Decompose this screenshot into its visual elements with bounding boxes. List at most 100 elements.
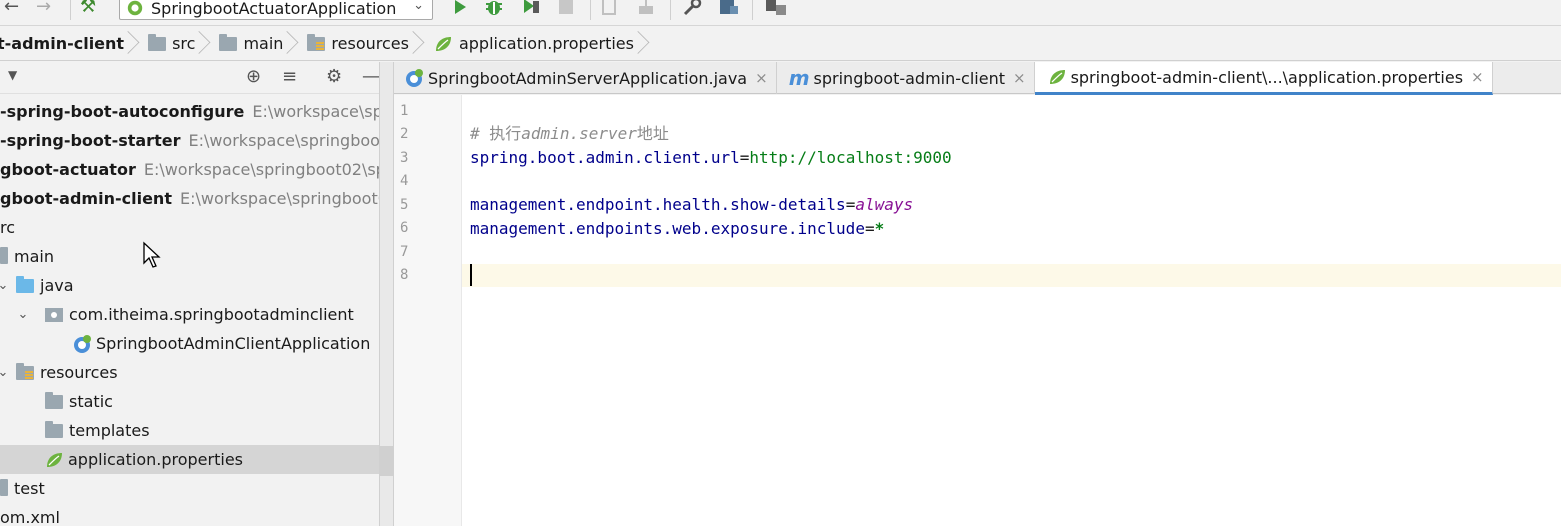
tree-item-src[interactable]: rc <box>0 213 379 242</box>
tree-item-module[interactable]: -spring-boot-starter E:\workspace\spring… <box>0 126 380 155</box>
project-scrollbar[interactable] <box>380 62 394 526</box>
tree-item-label: application.properties <box>68 450 243 469</box>
chevron-down-icon[interactable]: ⌄ <box>16 307 30 322</box>
property-key: spring.boot.admin.client.url <box>470 148 740 167</box>
property-equals: = <box>864 219 875 238</box>
project-panel-header: ▼ ⊕ ≡ ⚙ — <box>0 62 379 94</box>
tab-label: springboot-admin-client <box>813 68 1005 88</box>
line-number: 3 <box>400 150 409 166</box>
chevron-down-icon: ⌄ <box>413 0 424 13</box>
tree-item-class[interactable]: SpringbootAdminClientApplication <box>0 329 379 358</box>
tab-admin-server-application[interactable]: SpringbootAdminServerApplication.java × <box>394 62 777 94</box>
code-line-admin-url: spring.boot.admin.client.url=http://loca… <box>470 146 952 169</box>
breadcrumb-file-label: application.properties <box>458 34 634 53</box>
tree-item-main[interactable]: main <box>0 242 379 271</box>
breadcrumb-separator <box>201 27 211 61</box>
folder-icon <box>45 391 63 409</box>
comment-text: # 执行 <box>470 124 522 143</box>
tree-item-label: gboot-admin-client <box>0 189 172 208</box>
close-icon[interactable]: × <box>1471 68 1484 86</box>
code-editor[interactable]: 1 2 3 4 5 6 7 8 # 执行admin.server地址 sprin… <box>394 95 1561 526</box>
editor-tabs: SpringbootAdminServerApplication.java × … <box>394 62 1561 95</box>
breadcrumb-item-resources[interactable]: resources <box>303 27 415 60</box>
breadcrumb-separator <box>130 27 140 61</box>
close-icon[interactable]: × <box>1013 69 1026 87</box>
scrollbar-thumb[interactable] <box>380 446 394 476</box>
debug-icon[interactable] <box>484 0 504 17</box>
hide-panel-icon[interactable]: — <box>362 66 379 87</box>
close-icon[interactable]: × <box>755 69 768 87</box>
tree-item-label: templates <box>69 421 150 440</box>
tree-item-java[interactable]: ⌄ java <box>0 271 379 300</box>
breadcrumb-module-label: t-admin-client <box>0 34 125 53</box>
spring-properties-icon <box>1049 70 1065 84</box>
coverage-icon[interactable] <box>520 0 542 17</box>
tab-label: SpringbootAdminServerApplication.java <box>428 68 748 88</box>
tree-item-application-properties[interactable]: application.properties <box>0 445 379 474</box>
tree-item-path: E:\workspace\springboot0 <box>188 131 380 150</box>
spring-properties-icon <box>47 452 62 467</box>
tree-item-label: java <box>40 276 74 295</box>
maven-icon: m <box>788 66 810 90</box>
download-icon[interactable] <box>636 0 656 17</box>
spring-boot-class-icon <box>406 69 423 87</box>
tree-item-label: SpringbootAdminClientApplication <box>96 334 371 353</box>
tree-item-module[interactable]: -spring-boot-autoconfigure E:\workspace\… <box>0 97 379 126</box>
structure-icon[interactable] <box>718 0 740 17</box>
tree-item-resources[interactable]: ⌄ resources <box>0 358 379 387</box>
tree-item-module[interactable]: gboot-admin-client E:\workspace\springbo… <box>0 184 380 213</box>
property-equals: = <box>739 148 750 167</box>
project-panel: ▼ ⊕ ≡ ⚙ — -spring-boot-autoconfigure E:\… <box>0 62 380 526</box>
settings-icon[interactable]: ⚙ <box>326 66 342 87</box>
git-icon[interactable] <box>764 0 788 17</box>
forward-icon[interactable]: → <box>36 0 51 17</box>
breadcrumb-separator <box>289 27 299 61</box>
tree-item-test[interactable]: test <box>0 474 379 503</box>
code-line-health-details: management.endpoint.health.show-details=… <box>470 193 913 216</box>
code-line-exposure-include: management.endpoints.web.exposure.includ… <box>470 217 884 240</box>
line-number-gutter: 1 2 3 4 5 6 7 8 <box>394 95 462 526</box>
chevron-down-icon[interactable]: ⌄ <box>0 365 10 380</box>
tree-item-path: E:\workspace\springboot02\spr <box>143 160 380 179</box>
tab-label: springboot-admin-client\...\application.… <box>1070 67 1464 87</box>
folder-icon <box>0 246 8 264</box>
property-key: management.endpoints.web.exposure.includ… <box>470 219 865 238</box>
spring-properties-icon <box>435 36 451 51</box>
folder-icon <box>45 420 63 438</box>
spring-icon <box>127 0 143 16</box>
comment-text: 地址 <box>636 124 669 143</box>
tree-item-static[interactable]: static <box>0 387 379 416</box>
tree-item-package[interactable]: ⌄ com.itheima.springbootadminclient <box>0 300 379 329</box>
tree-item-pom[interactable]: om.xml <box>0 503 379 526</box>
back-icon[interactable]: ← <box>4 0 19 17</box>
locate-icon[interactable]: ⊕ <box>246 66 261 87</box>
run-configuration-label: SpringbootActuatorApplication <box>151 0 397 18</box>
chevron-down-icon[interactable]: ▼ <box>8 68 17 82</box>
comment-italic-text: admin.server <box>521 124 637 143</box>
code-line-comment: # 执行admin.server地址 <box>470 122 669 145</box>
breadcrumb-separator <box>640 27 650 61</box>
breadcrumb-item-module[interactable]: t-admin-client <box>0 27 130 60</box>
tree-item-templates[interactable]: templates <box>0 416 379 445</box>
toolbar-separator <box>70 0 71 20</box>
tree-item-module[interactable]: gboot-actuator E:\workspace\springboot02… <box>0 155 380 184</box>
breadcrumb: t-admin-client src main resources applic… <box>0 27 1561 61</box>
property-value: * <box>874 219 885 238</box>
build-icon[interactable]: ⚒ <box>80 0 96 17</box>
resources-folder-icon <box>307 33 326 51</box>
update-icon[interactable] <box>600 0 620 17</box>
collapse-all-icon[interactable]: ≡ <box>282 66 297 87</box>
tree-item-label: static <box>69 392 113 411</box>
tab-admin-client-pom[interactable]: m springboot-admin-client × <box>777 62 1035 94</box>
mouse-pointer-icon <box>143 241 161 268</box>
run-configuration-select[interactable]: SpringbootActuatorApplication ⌄ <box>119 0 433 20</box>
wrench-icon[interactable] <box>682 0 702 17</box>
line-number: 4 <box>400 173 409 189</box>
folder-icon <box>219 33 238 51</box>
stop-icon[interactable] <box>558 0 574 17</box>
tree-item-path: E:\workspace\springboot0 <box>179 189 380 208</box>
run-icon[interactable] <box>452 0 468 17</box>
tab-application-properties[interactable]: springboot-admin-client\...\application.… <box>1034 62 1493 95</box>
chevron-down-icon[interactable]: ⌄ <box>0 278 10 293</box>
breadcrumb-item-file[interactable]: application.properties <box>429 27 640 60</box>
